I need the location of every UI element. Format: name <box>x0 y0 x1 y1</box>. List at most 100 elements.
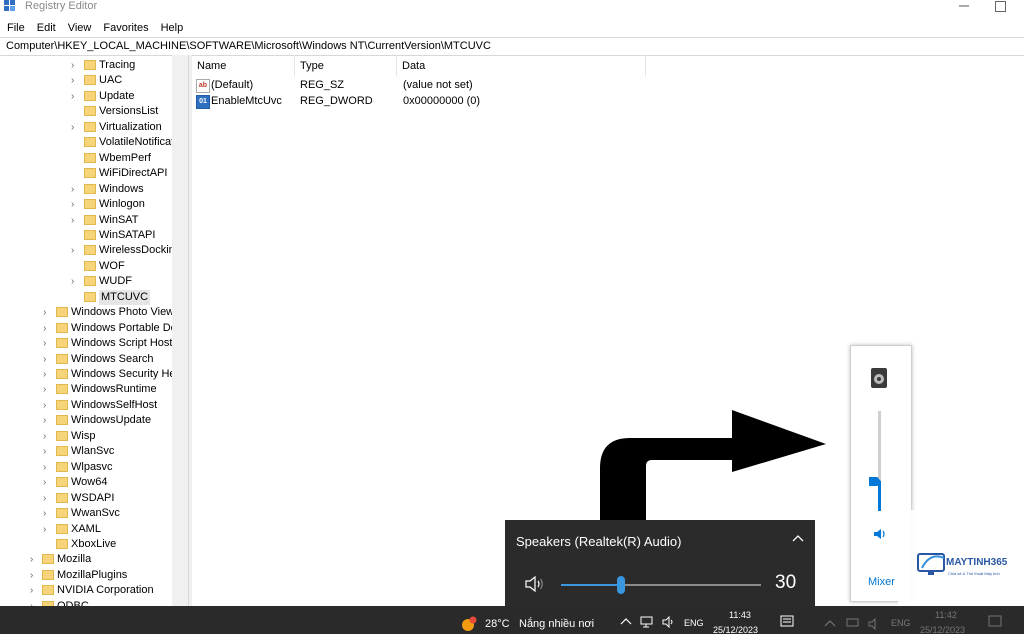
chevron-right-icon[interactable]: › <box>43 367 51 382</box>
menu-file[interactable]: File <box>0 20 30 36</box>
tree-item[interactable]: › WUDF <box>0 274 172 289</box>
tree-item[interactable]: › WirelessDocking <box>0 243 172 258</box>
slider-thumb[interactable] <box>617 576 625 594</box>
tree-item[interactable]: › Windows Photo Viewe <box>0 305 172 320</box>
chevron-right-icon[interactable]: › <box>71 197 79 212</box>
tree-item[interactable]: WbemPerf <box>0 151 172 166</box>
audio-device-name[interactable]: Speakers (Realtek(R) Audio) <box>516 534 681 549</box>
weather-description[interactable]: Nắng nhiều nơi <box>519 618 594 630</box>
clock-time[interactable]: 11:43 <box>729 610 751 620</box>
show-hidden-icons-icon[interactable] <box>620 616 632 626</box>
tree-item[interactable]: › Mozilla <box>0 552 172 567</box>
tree-item[interactable]: › UAC <box>0 73 172 88</box>
chevron-up-icon[interactable] <box>792 533 804 543</box>
tree-item[interactable]: › Windows Portable De <box>0 321 172 336</box>
chevron-right-icon[interactable]: › <box>30 552 38 567</box>
tree-item[interactable]: › Windows <box>0 182 172 197</box>
volume-slider-vertical[interactable] <box>869 411 884 511</box>
speaker-icon[interactable] <box>873 527 887 541</box>
tree-item[interactable]: › WindowsSelfHost <box>0 398 172 413</box>
chevron-right-icon[interactable]: › <box>43 491 51 506</box>
speaker-icon[interactable] <box>524 574 546 594</box>
values-header: Name Type Data <box>191 55 646 78</box>
tree-item[interactable]: › Windows Script Host <box>0 336 172 351</box>
maximize-icon[interactable] <box>995 1 1006 12</box>
chevron-right-icon[interactable]: › <box>71 89 79 104</box>
chevron-right-icon[interactable]: › <box>43 398 51 413</box>
tree-item[interactable]: XboxLive <box>0 537 172 552</box>
tree-item[interactable]: › WwanSvc <box>0 506 172 521</box>
chevron-right-icon[interactable]: › <box>43 475 51 490</box>
chevron-right-icon[interactable]: › <box>71 120 79 135</box>
tree-item[interactable]: › Tracing <box>0 58 172 73</box>
chevron-right-icon[interactable]: › <box>43 352 51 367</box>
pane-splitter[interactable] <box>188 55 192 607</box>
weather-sun-icon[interactable] <box>460 615 478 633</box>
tree-item[interactable]: › Wlpasvc <box>0 460 172 475</box>
tree-scrollbar[interactable] <box>172 55 188 607</box>
tree-item[interactable]: VolatileNotificat <box>0 135 172 150</box>
notifications-icon[interactable] <box>780 615 794 629</box>
tree-item[interactable]: › WinSAT <box>0 213 172 228</box>
chevron-right-icon[interactable]: › <box>71 243 79 258</box>
chevron-right-icon[interactable]: › <box>30 583 38 598</box>
value-row[interactable]: 01 EnableMtcUvc REG_DWORD 0x00000000 (0) <box>196 94 656 110</box>
menu-edit[interactable]: Edit <box>30 20 61 36</box>
chevron-right-icon[interactable]: › <box>43 413 51 428</box>
chevron-right-icon[interactable]: › <box>30 568 38 583</box>
address-bar[interactable]: Computer\HKEY_LOCAL_MACHINE\SOFTWARE\Mic… <box>0 37 1024 56</box>
menu-help[interactable]: Help <box>154 20 189 36</box>
column-name-header[interactable]: Name <box>197 60 226 72</box>
tree-item[interactable]: › Winlogon <box>0 197 172 212</box>
tree-item[interactable]: › Windows Search <box>0 352 172 367</box>
tree-item[interactable]: WinSATAPI <box>0 228 172 243</box>
column-data-header[interactable]: Data <box>402 60 425 72</box>
tree-item[interactable]: › Wow64 <box>0 475 172 490</box>
tree-item[interactable]: VersionsList <box>0 104 172 119</box>
volume-slider[interactable] <box>561 576 761 594</box>
tree-item[interactable]: › WindowsUpdate <box>0 413 172 428</box>
address-path[interactable]: Computer\HKEY_LOCAL_MACHINE\SOFTWARE\Mic… <box>6 40 491 52</box>
chevron-right-icon[interactable]: › <box>43 506 51 521</box>
key-tree[interactable]: › Tracing › UAC › Update VersionsList › Virtuali… <box>0 55 172 607</box>
tree-item[interactable]: › Wisp <box>0 429 172 444</box>
chevron-right-icon[interactable]: › <box>71 73 79 88</box>
chevron-right-icon[interactable]: › <box>71 213 79 228</box>
column-divider[interactable] <box>645 55 646 76</box>
chevron-right-icon[interactable]: › <box>43 444 51 459</box>
tree-item[interactable]: › WSDAPI <box>0 491 172 506</box>
column-divider[interactable] <box>294 55 295 76</box>
chevron-right-icon[interactable]: › <box>43 460 51 475</box>
tree-item[interactable]: › WlanSvc <box>0 444 172 459</box>
mixer-link[interactable]: Mixer <box>868 576 895 588</box>
chevron-right-icon[interactable]: › <box>43 305 51 320</box>
menu-favorites[interactable]: Favorites <box>96 20 153 36</box>
chevron-right-icon[interactable]: › <box>71 182 79 197</box>
tree-item[interactable]: › MozillaPlugins <box>0 568 172 583</box>
weather-temperature[interactable]: 28°C <box>485 618 510 630</box>
tree-item[interactable]: › XAML <box>0 522 172 537</box>
chevron-right-icon[interactable]: › <box>43 382 51 397</box>
column-divider[interactable] <box>396 55 397 76</box>
menu-view[interactable]: View <box>61 20 97 36</box>
chevron-right-icon[interactable]: › <box>43 429 51 444</box>
tree-item[interactable]: › WindowsRuntime <box>0 382 172 397</box>
chevron-right-icon[interactable]: › <box>71 274 79 289</box>
column-type-header[interactable]: Type <box>300 60 324 72</box>
chevron-right-icon[interactable]: › <box>43 522 51 537</box>
tree-item[interactable]: MTCUVC <box>0 289 172 305</box>
input-language[interactable]: ENG <box>684 618 704 628</box>
tree-item[interactable]: › Virtualization <box>0 120 172 135</box>
minimize-icon[interactable] <box>958 0 970 12</box>
tree-item[interactable]: WiFiDirectAPI <box>0 166 172 181</box>
tree-item[interactable]: WOF <box>0 259 172 274</box>
volume-icon[interactable] <box>662 616 676 628</box>
chevron-right-icon[interactable]: › <box>43 336 51 351</box>
network-icon[interactable] <box>640 616 656 628</box>
tree-item[interactable]: › NVIDIA Corporation <box>0 583 172 598</box>
tree-item[interactable]: › Windows Security Hea <box>0 367 172 382</box>
chevron-right-icon[interactable]: › <box>43 321 51 336</box>
chevron-right-icon[interactable]: › <box>71 58 79 73</box>
value-row[interactable]: ab (Default) REG_SZ (value not set) <box>196 78 656 94</box>
tree-item[interactable]: › Update <box>0 89 172 104</box>
